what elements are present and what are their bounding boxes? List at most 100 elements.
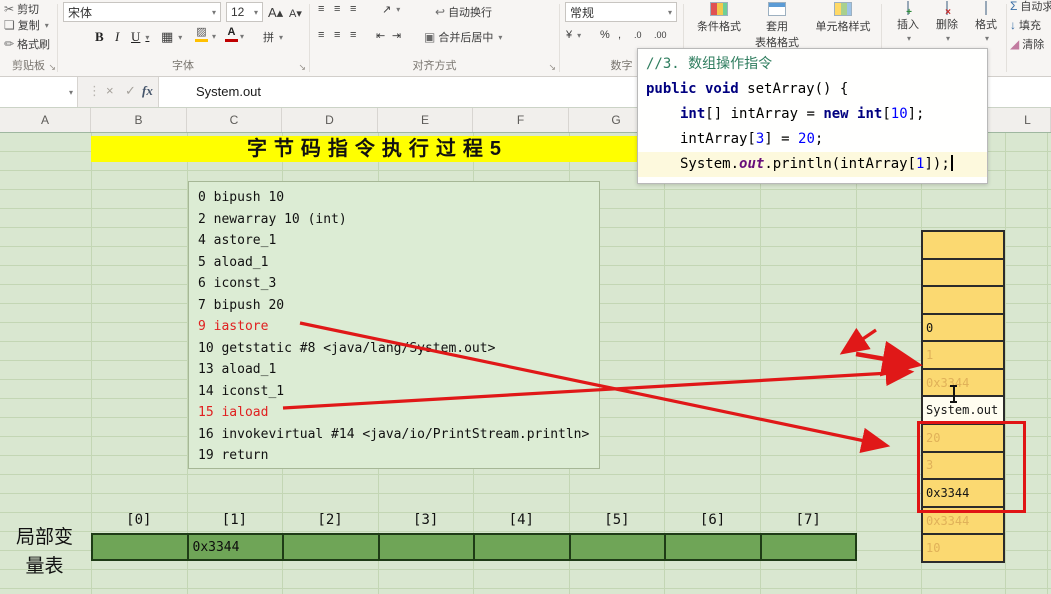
alignment-dialog-launcher[interactable]: ↘ bbox=[548, 62, 556, 73]
align-top-button[interactable]: ≡ bbox=[318, 3, 324, 15]
cut-label: 剪切 bbox=[17, 4, 40, 16]
code-line-4: System.out.println(intArray[1]); bbox=[638, 152, 987, 177]
orientation-icon: ↗ bbox=[382, 4, 392, 16]
align-right-button[interactable]: ≡ bbox=[350, 29, 356, 41]
italic-icon: I bbox=[115, 29, 120, 44]
decrease-indent-button[interactable]: ⇤ bbox=[376, 29, 385, 42]
delete-cells-button[interactable]: × 删除 ▾ bbox=[929, 1, 965, 44]
lvt-label-line1: 局部变 bbox=[15, 526, 73, 548]
font-group-label: 字体 bbox=[172, 60, 194, 72]
clear-label: 清除 bbox=[1022, 39, 1045, 51]
fill-color-button[interactable]: ▨ bbox=[195, 27, 208, 42]
gridline bbox=[1047, 133, 1048, 594]
font-size-combo[interactable]: 12 ▾ bbox=[226, 2, 263, 22]
font-name-combo[interactable]: 宋体 ▾ bbox=[63, 2, 221, 22]
align-left-button[interactable]: ≡ bbox=[318, 29, 324, 41]
stack-cell-11[interactable]: 10 bbox=[923, 535, 1003, 561]
column-header-A[interactable]: A bbox=[0, 108, 91, 132]
percent-style-button[interactable]: % bbox=[600, 29, 610, 41]
sheet-grid[interactable]: 字节码指令执行过程5 0 bipush 10 2 newarray 10 (int… bbox=[0, 133, 1051, 594]
bytecode-line-12: 19 return bbox=[198, 448, 269, 463]
format-cells-button[interactable]: 格式 ▾ bbox=[968, 1, 1004, 44]
column-header-D[interactable]: D bbox=[282, 108, 378, 132]
bold-button[interactable]: B bbox=[95, 29, 104, 45]
stack-cell-5[interactable]: 0x3344 bbox=[923, 370, 1003, 398]
orientation-button[interactable]: ↗ ▾ bbox=[382, 3, 400, 16]
name-box[interactable]: ▾ bbox=[0, 77, 78, 107]
lvt-cell-6[interactable] bbox=[666, 533, 762, 561]
wrap-text-button[interactable]: ↩ 自动换行 bbox=[435, 4, 492, 20]
lvt-index-7: [7] bbox=[795, 512, 821, 528]
autosum-button[interactable]: Σ 自动求和 bbox=[1010, 0, 1051, 14]
chevron-down-icon: ▾ bbox=[396, 5, 401, 14]
font-color-button[interactable]: A bbox=[225, 27, 238, 42]
column-header-F[interactable]: F bbox=[473, 108, 569, 132]
fill-label: 填充 bbox=[1019, 20, 1041, 32]
font-color-icon: A bbox=[227, 26, 236, 38]
cancel-button[interactable]: × bbox=[106, 83, 114, 98]
stack-cell-2[interactable] bbox=[923, 287, 1003, 315]
align-center-button[interactable]: ≡ bbox=[334, 29, 340, 41]
lvt-cell-3[interactable] bbox=[379, 533, 475, 561]
stack-cell-0[interactable] bbox=[923, 232, 1003, 260]
stack-cell-3[interactable]: 0 bbox=[923, 315, 1003, 343]
clear-button[interactable]: ◢ 清除 bbox=[1010, 36, 1044, 52]
code-snippet-panel[interactable]: //3. 数组操作指令 public void setArray() {int[]… bbox=[637, 48, 988, 184]
cell-styles-button[interactable]: 单元格样式 bbox=[810, 2, 876, 34]
lvt-cell-1[interactable]: 0x3344 bbox=[188, 533, 284, 561]
copy-button[interactable]: ❏ 复制 ▾ bbox=[4, 17, 49, 33]
column-header-C[interactable]: C bbox=[187, 108, 282, 132]
grow-font-icon: A▴ bbox=[268, 5, 284, 20]
insert-function-button[interactable]: fx bbox=[142, 83, 153, 99]
conditional-format-button[interactable]: 条件格式 bbox=[695, 2, 743, 34]
chevron-down-icon: ▾ bbox=[44, 20, 49, 30]
number-format-combo[interactable]: 常规 ▾ bbox=[565, 2, 677, 22]
stack-cell-value: 10 bbox=[926, 541, 941, 556]
ribbon-group-font: 宋体 ▾ 12 ▾ A▴ A▾ B I U ▾ ▦ ▾ ▨ ▾ A ▾ 拼 ▾ … bbox=[57, 0, 309, 77]
merge-center-label: 合并后居中 bbox=[438, 32, 494, 44]
lvt-cell-2[interactable] bbox=[284, 533, 380, 561]
ribbon-group-clipboard: ✂ 剪切 ❏ 复制 ▾ ✏ 格式刷 剪贴板 ↘ bbox=[0, 0, 57, 77]
stack-cell-1[interactable] bbox=[923, 260, 1003, 288]
lvt-cell-5[interactable] bbox=[570, 533, 666, 561]
format-painter-button[interactable]: ✏ 格式刷 bbox=[4, 36, 50, 52]
cut-button[interactable]: ✂ 剪切 bbox=[4, 1, 39, 17]
shrink-font-button[interactable]: A▾ bbox=[289, 7, 302, 20]
align-middle-icon: ≡ bbox=[334, 3, 341, 15]
lvt-cell-4[interactable] bbox=[475, 533, 571, 561]
clipboard-dialog-launcher[interactable]: ↘ bbox=[48, 62, 56, 73]
underline-icon: U bbox=[131, 29, 141, 44]
fill-button[interactable]: ↓ 填充 bbox=[1010, 17, 1041, 33]
phonetic-button[interactable]: 拼 ▾ bbox=[263, 29, 283, 45]
borders-button[interactable]: ▦ ▾ bbox=[161, 29, 182, 45]
title-banner-cell[interactable]: 字节码指令执行过程5 bbox=[91, 136, 664, 162]
bytecode-line-7: 10 getstatic #8 <java/lang/System.out> bbox=[198, 340, 496, 356]
insert-cells-button[interactable]: + 插入 ▾ bbox=[890, 1, 926, 44]
fill-color-icon: ▨ bbox=[196, 26, 207, 38]
comma-style-button[interactable]: , bbox=[618, 29, 621, 41]
italic-button[interactable]: I bbox=[115, 29, 119, 45]
lvt-cell-0[interactable] bbox=[91, 533, 189, 561]
font-dialog-launcher[interactable]: ↘ bbox=[298, 62, 306, 73]
grow-font-button[interactable]: A▴ bbox=[268, 5, 283, 21]
decrease-decimal-button[interactable]: .00 bbox=[654, 30, 667, 40]
copy-label: 复制 bbox=[17, 20, 40, 32]
excel-window: ✂ 剪切 ❏ 复制 ▾ ✏ 格式刷 剪贴板 ↘ 宋体 ▾ 12 ▾ A▴ A▾ … bbox=[0, 0, 1051, 594]
column-header-B[interactable]: B bbox=[91, 108, 187, 132]
phonetic-icon: 拼 bbox=[263, 32, 274, 44]
increase-indent-button[interactable]: ⇥ bbox=[392, 29, 401, 42]
increase-decimal-button[interactable]: .0 bbox=[634, 30, 642, 40]
column-header-L[interactable]: L bbox=[1005, 108, 1051, 132]
enter-button[interactable]: ✓ bbox=[125, 83, 136, 99]
merge-center-button[interactable]: ▣ 合并后居中 ▾ bbox=[424, 29, 502, 45]
accounting-format-button[interactable]: ¥ ▾ bbox=[566, 29, 581, 41]
delete-cells-label: 删除 bbox=[936, 19, 958, 31]
format-as-table-button[interactable]: 套用 表格格式 bbox=[748, 2, 806, 50]
bytecode-line-1: 2 newarray 10 (int) bbox=[198, 211, 347, 227]
column-header-E[interactable]: E bbox=[378, 108, 473, 132]
lvt-cell-7[interactable] bbox=[761, 533, 857, 561]
stack-cell-4[interactable]: 1 bbox=[923, 342, 1003, 370]
underline-button[interactable]: U ▾ bbox=[131, 29, 149, 45]
align-middle-button[interactable]: ≡ bbox=[334, 3, 340, 15]
align-bottom-button[interactable]: ≡ bbox=[350, 3, 356, 15]
